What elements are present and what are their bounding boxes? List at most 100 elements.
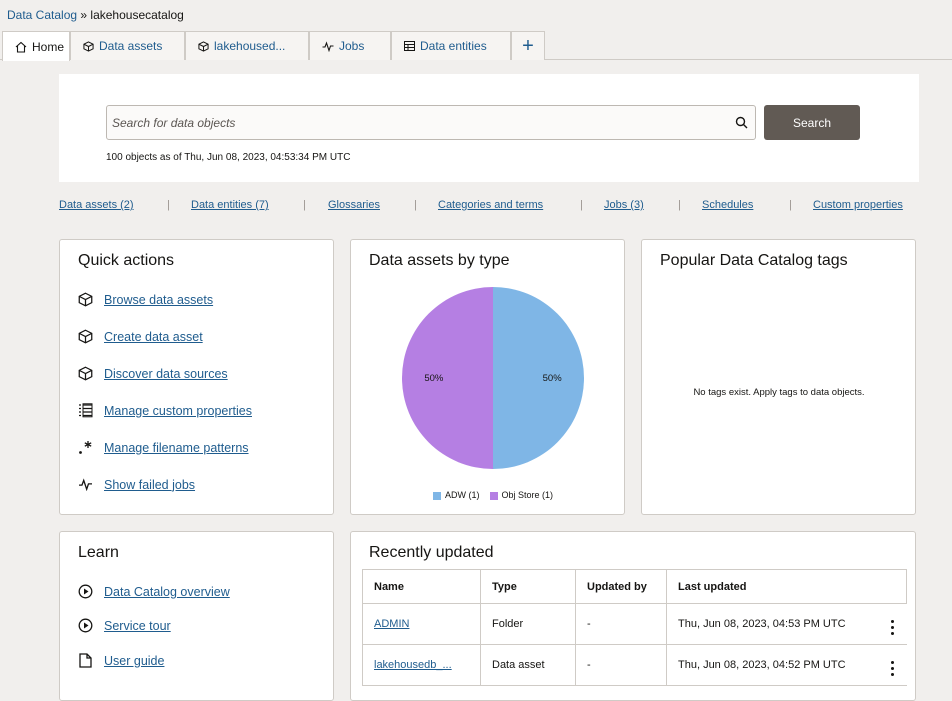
quicklink-data-entities[interactable]: Data entities (7) xyxy=(191,199,269,211)
separator: | xyxy=(580,199,583,211)
list-icon xyxy=(79,403,93,418)
column-header-name[interactable]: Name xyxy=(362,569,481,604)
search-box xyxy=(106,105,756,140)
pie-slice[interactable] xyxy=(402,287,493,469)
tab-label: Jobs xyxy=(339,39,365,53)
tab-home[interactable]: Home xyxy=(2,31,70,61)
cube-icon xyxy=(78,292,93,307)
pie-slice[interactable] xyxy=(493,287,584,469)
cell-updated-by: - xyxy=(575,603,667,645)
cell-last-updated: Thu, Jun 08, 2023, 04:53 PM UTC xyxy=(666,603,879,645)
empty-tags-message: No tags exist. Apply tags to data object… xyxy=(693,387,865,398)
learn-label[interactable]: Data Catalog overview xyxy=(104,585,230,599)
cell-name: lakehousedb_... xyxy=(362,644,481,686)
quick-actions-title: Quick actions xyxy=(78,252,175,269)
cell-type: Folder xyxy=(480,603,576,645)
quicklink-data-assets[interactable]: Data assets (2) xyxy=(59,199,134,211)
table-row: ADMIN Folder - Thu, Jun 08, 2023, 04:53 … xyxy=(362,603,907,645)
breadcrumb-separator: » xyxy=(80,8,88,22)
objects-count-status: 100 objects as of Thu, Jun 08, 2023, 04:… xyxy=(106,152,351,163)
quicklink-schedules[interactable]: Schedules xyxy=(702,199,753,211)
play-circle-icon xyxy=(78,584,93,599)
home-icon xyxy=(15,41,27,53)
cube-icon xyxy=(78,366,93,381)
legend-swatch xyxy=(489,491,498,500)
search-panel: Search 100 objects as of Thu, Jun 08, 20… xyxy=(59,74,919,182)
data-assets-by-type-card: Data assets by type 50% 50% ADW (1) Obj S… xyxy=(350,239,625,515)
chart-title: Data assets by type xyxy=(369,252,510,269)
tab-jobs[interactable]: Jobs xyxy=(309,31,391,60)
table-header-row: Name Type Updated by Last updated xyxy=(362,569,907,604)
learn-label[interactable]: User guide xyxy=(104,654,164,668)
legend-label: Obj Store (1) xyxy=(501,490,554,500)
legend-item-obj-store: Obj Store (1) xyxy=(489,490,554,500)
table-icon xyxy=(404,41,415,51)
legend-swatch xyxy=(433,491,441,500)
learn-label[interactable]: Service tour xyxy=(104,619,171,633)
kebab-icon xyxy=(891,619,894,635)
row-name-link[interactable]: lakehousedb_... xyxy=(374,659,452,671)
action-show-failed-jobs[interactable]: Show failed jobs xyxy=(77,476,195,493)
tab-data-assets[interactable]: Data assets xyxy=(70,31,185,60)
column-header-updated-by[interactable]: Updated by xyxy=(575,569,667,604)
action-label[interactable]: Manage custom properties xyxy=(104,404,252,418)
recently-updated-card: Recently updated Name Type Updated by La… xyxy=(350,531,916,701)
legend-item-adw: ADW (1) xyxy=(433,490,480,500)
learn-card: Learn Data Catalog overview Service tour… xyxy=(59,531,334,701)
legend-label: ADW (1) xyxy=(445,490,480,500)
tab-label: Home xyxy=(32,39,65,54)
action-label[interactable]: Discover data sources xyxy=(104,367,228,381)
pie-chart: 50% 50% xyxy=(402,287,584,469)
learn-user-guide[interactable]: User guide xyxy=(77,652,164,669)
action-discover-data-sources[interactable]: Discover data sources xyxy=(77,365,228,382)
quick-links: Data assets (2) | Data entities (7) | Gl… xyxy=(59,199,919,215)
search-button[interactable]: Search xyxy=(764,105,860,140)
column-header-type[interactable]: Type xyxy=(480,569,576,604)
tab-lakehoused[interactable]: lakehoused... xyxy=(185,31,309,60)
add-tab-button[interactable]: + xyxy=(511,31,545,60)
separator: | xyxy=(303,199,306,211)
table-row: lakehousedb_... Data asset - Thu, Jun 08… xyxy=(362,644,907,686)
learn-service-tour[interactable]: Service tour xyxy=(77,617,171,634)
asterisk-icon xyxy=(79,441,92,454)
learn-title: Learn xyxy=(78,544,119,561)
search-input[interactable] xyxy=(107,106,707,139)
separator: | xyxy=(414,199,417,211)
search-icon[interactable] xyxy=(735,116,748,129)
quicklink-glossaries[interactable]: Glossaries xyxy=(328,199,380,211)
breadcrumb-root-link[interactable]: Data Catalog xyxy=(7,8,77,22)
action-label[interactable]: Browse data assets xyxy=(104,293,213,307)
separator: | xyxy=(678,199,681,211)
kebab-icon xyxy=(891,660,894,676)
learn-data-catalog-overview[interactable]: Data Catalog overview xyxy=(77,583,230,600)
pie-slice-label: 50% xyxy=(424,373,444,384)
recent-table: Name Type Updated by Last updated ADMIN … xyxy=(362,569,907,686)
action-browse-data-assets[interactable]: Browse data assets xyxy=(77,291,213,308)
action-manage-custom-properties[interactable]: Manage custom properties xyxy=(77,402,252,419)
cell-name: ADMIN xyxy=(362,603,481,645)
row-actions-menu[interactable] xyxy=(878,603,907,645)
action-label[interactable]: Manage filename patterns xyxy=(104,441,249,455)
quicklink-custom-properties[interactable]: Custom properties xyxy=(813,199,903,211)
cube-icon xyxy=(198,40,209,52)
cube-icon xyxy=(78,329,93,344)
breadcrumb-current: lakehousecatalog xyxy=(90,8,184,22)
tab-bar: Home Data assets lakehoused... Jobs Data… xyxy=(0,31,952,61)
document-icon xyxy=(79,653,92,668)
action-create-data-asset[interactable]: Create data asset xyxy=(77,328,203,345)
cube-icon xyxy=(83,40,94,52)
tab-data-entities[interactable]: Data entities xyxy=(391,31,511,60)
row-actions-menu[interactable] xyxy=(878,644,907,686)
tab-label: lakehoused... xyxy=(214,39,286,53)
action-manage-filename-patterns[interactable]: Manage filename patterns xyxy=(77,439,249,456)
column-header-last-updated[interactable]: Last updated xyxy=(666,569,907,604)
pulse-icon xyxy=(79,478,92,491)
quick-actions-card: Quick actions Browse data assets Create … xyxy=(59,239,334,515)
quicklink-jobs[interactable]: Jobs (3) xyxy=(604,199,644,211)
row-name-link[interactable]: ADMIN xyxy=(374,618,409,630)
action-label[interactable]: Show failed jobs xyxy=(104,478,195,492)
action-label[interactable]: Create data asset xyxy=(104,330,203,344)
cell-type: Data asset xyxy=(480,644,576,686)
quicklink-categories-terms[interactable]: Categories and terms xyxy=(438,199,543,211)
tab-label: Data assets xyxy=(99,39,163,53)
